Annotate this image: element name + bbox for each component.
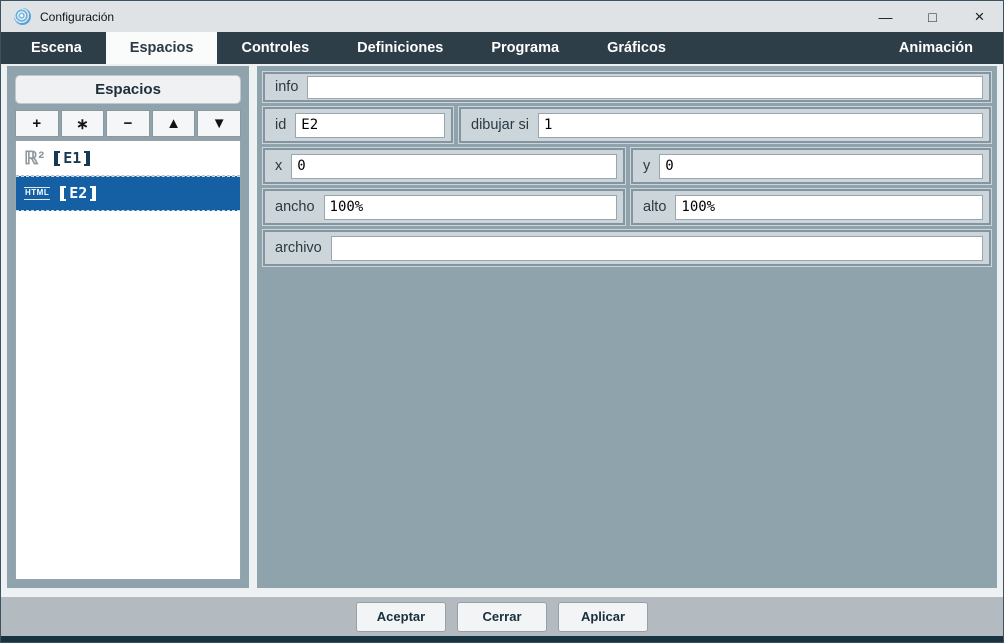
cerrar-button[interactable]: Cerrar xyxy=(457,602,547,632)
r2-space-icon: ℝ² xyxy=(24,149,44,167)
aplicar-button[interactable]: Aplicar xyxy=(558,602,648,632)
html-space-icon: HTML xyxy=(24,187,50,200)
add-space-button[interactable]: + xyxy=(15,110,59,137)
dibujar-si-input[interactable] xyxy=(538,113,983,138)
content-area: Espacios + ∗ − ▲ ▼ ℝ² E1 HTML xyxy=(1,64,1003,595)
maximize-button[interactable]: □ xyxy=(909,1,956,32)
tab-escena[interactable]: Escena xyxy=(7,32,106,64)
special-add-space-button[interactable]: ∗ xyxy=(61,110,105,137)
id-input[interactable] xyxy=(295,113,445,138)
aceptar-button[interactable]: Aceptar xyxy=(356,602,446,632)
list-item-e1[interactable]: ℝ² E1 xyxy=(16,141,240,176)
x-label: x xyxy=(275,158,282,174)
form-row-info: info xyxy=(263,72,991,102)
y-input[interactable] xyxy=(659,154,983,179)
alto-label: alto xyxy=(643,199,666,215)
tab-controles[interactable]: Controles xyxy=(217,32,333,64)
space-name-e2: E2 xyxy=(60,186,96,201)
main-tab-bar: Escena Espacios Controles Definiciones P… xyxy=(1,32,1003,64)
tab-definiciones[interactable]: Definiciones xyxy=(333,32,467,64)
alto-input[interactable] xyxy=(675,195,983,220)
archivo-field-group: archivo xyxy=(263,230,991,266)
space-name-e1: E1 xyxy=(54,151,90,166)
y-field-group: y xyxy=(631,148,991,184)
id-field-group: id xyxy=(263,107,453,143)
dialog-footer: Aceptar Cerrar Aplicar xyxy=(1,595,1003,636)
bracket-left xyxy=(54,151,60,166)
info-input[interactable] xyxy=(307,76,983,99)
minimize-button[interactable]: — xyxy=(862,1,909,32)
tab-animacion[interactable]: Animación xyxy=(875,32,1003,64)
window-bottom-edge xyxy=(1,636,1003,642)
ancho-input[interactable] xyxy=(324,195,617,220)
form-row-xy: x y xyxy=(263,148,991,184)
title-bar: Configuración — □ × xyxy=(1,1,1003,32)
alto-field-group: alto xyxy=(631,189,991,225)
y-label: y xyxy=(643,158,650,174)
archivo-input[interactable] xyxy=(331,236,983,261)
x-field-group: x xyxy=(263,148,625,184)
bracket-left xyxy=(60,186,66,201)
x-input[interactable] xyxy=(291,154,617,179)
tab-espacios[interactable]: Espacios xyxy=(106,32,218,64)
descartes-logo-icon xyxy=(14,8,31,25)
ancho-label: ancho xyxy=(275,199,315,215)
dibujar-si-field-group: dibujar si xyxy=(459,107,991,143)
form-row-id: id dibujar si xyxy=(263,107,991,143)
info-field-group: info xyxy=(263,72,991,102)
bracket-right xyxy=(84,151,90,166)
tab-programa[interactable]: Programa xyxy=(467,32,583,64)
spaces-panel: Espacios + ∗ − ▲ ▼ ℝ² E1 HTML xyxy=(7,66,249,588)
remove-space-button[interactable]: − xyxy=(106,110,150,137)
list-item-e2[interactable]: HTML E2 xyxy=(16,176,240,211)
configuration-window: Configuración — □ × Escena Espacios Cont… xyxy=(0,0,1004,643)
move-space-down-button[interactable]: ▼ xyxy=(197,110,241,137)
window-controls: — □ × xyxy=(862,1,1003,32)
move-space-up-button[interactable]: ▲ xyxy=(152,110,196,137)
dibujar-si-label: dibujar si xyxy=(471,117,529,133)
space-properties-form: info id dibujar si x xyxy=(257,66,997,588)
ancho-field-group: ancho xyxy=(263,189,625,225)
form-row-size: ancho alto xyxy=(263,189,991,225)
info-label: info xyxy=(275,79,298,95)
window-title: Configuración xyxy=(40,10,114,24)
spaces-list: ℝ² E1 HTML E2 xyxy=(15,140,241,580)
bracket-right xyxy=(90,186,96,201)
spaces-panel-title: Espacios xyxy=(15,75,241,104)
tab-graficos[interactable]: Gráficos xyxy=(583,32,690,64)
id-label: id xyxy=(275,117,286,133)
form-row-archivo: archivo xyxy=(263,230,991,266)
spaces-toolbar: + ∗ − ▲ ▼ xyxy=(15,110,241,137)
close-button[interactable]: × xyxy=(956,1,1003,32)
archivo-label: archivo xyxy=(275,240,322,256)
